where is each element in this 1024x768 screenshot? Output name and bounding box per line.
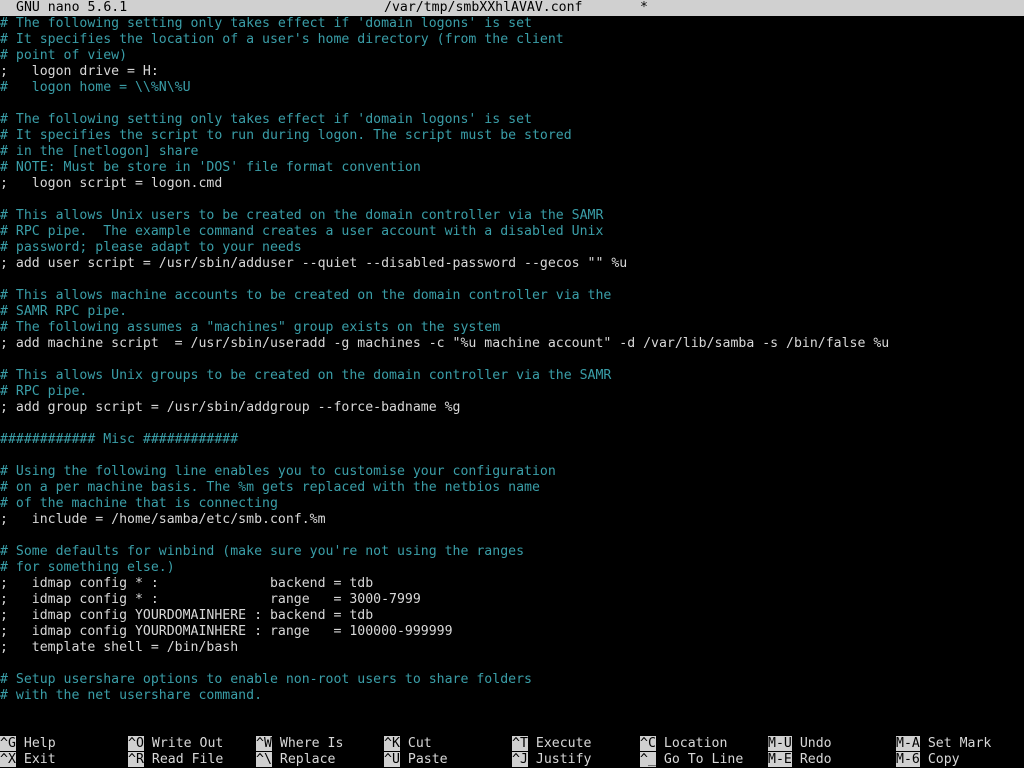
editor-line[interactable]: # point of view) (0, 48, 1024, 64)
title-bar: GNU nano 5.6.1 /var/tmp/smbXXhlAVAV.conf… (0, 0, 1024, 16)
editor-line[interactable]: # Some defaults for winbind (make sure y… (0, 544, 1024, 560)
shortcut-redo[interactable]: M-E Redo (768, 752, 832, 768)
shortcut-label: Undo (799, 736, 832, 751)
editor-line[interactable] (0, 96, 1024, 112)
editor-line[interactable]: # RPC pipe. (0, 384, 1024, 400)
shortcut-paste[interactable]: ^U Paste (384, 752, 448, 768)
editor-line[interactable]: # SAMR RPC pipe. (0, 304, 1024, 320)
editor-line[interactable] (0, 416, 1024, 432)
shortcut-key: ^X (0, 752, 16, 767)
editor-line[interactable] (0, 192, 1024, 208)
file-name: /var/tmp/smbXXhlAVAV.conf (384, 0, 583, 15)
editor-line[interactable] (0, 656, 1024, 672)
editor-line[interactable]: # It specifies the script to run during … (0, 128, 1024, 144)
editor-line[interactable]: ; idmap config YOURDOMAINHERE : range = … (0, 624, 1024, 640)
editor-line[interactable] (0, 448, 1024, 464)
editor-line[interactable] (0, 272, 1024, 288)
shortcut-key: ^J (512, 752, 528, 767)
editor-line[interactable]: # Using the following line enables you t… (0, 464, 1024, 480)
editor-line[interactable]: # with the net usershare command. (0, 688, 1024, 704)
shortcut-key: M-A (896, 736, 920, 751)
editor-line[interactable]: ; idmap config YOURDOMAINHERE : backend … (0, 608, 1024, 624)
editor-line[interactable]: # password; please adapt to your needs (0, 240, 1024, 256)
shortcut-label: Redo (799, 752, 832, 767)
shortcut-label: Set Mark (927, 736, 992, 751)
editor-line[interactable]: ; logon drive = H: (0, 64, 1024, 80)
editor-line[interactable]: # for something else.) (0, 560, 1024, 576)
shortcut-key: ^K (384, 736, 400, 751)
shortcut-key: ^\ (256, 752, 272, 767)
editor-line[interactable] (0, 352, 1024, 368)
shortcut-label: Copy (927, 752, 960, 767)
shortcut-key: ^R (128, 752, 144, 767)
shortcut-label: Justify (535, 752, 592, 767)
shortcut-key: ^_ (640, 752, 656, 767)
shortcut-key: M-E (768, 752, 792, 767)
editor-line[interactable]: # on a per machine basis. The %m gets re… (0, 480, 1024, 496)
shortcut-justify[interactable]: ^J Justify (512, 752, 591, 768)
shortcut-execute[interactable]: ^T Execute (512, 736, 591, 752)
shortcut-key: ^G (0, 736, 16, 751)
shortcut-label: Execute (535, 736, 592, 751)
modified-indicator: * (640, 0, 648, 15)
editor-line[interactable]: ; logon script = logon.cmd (0, 176, 1024, 192)
editor-line[interactable]: # This allows Unix groups to be created … (0, 368, 1024, 384)
editor-line[interactable]: # Setup usershare options to enable non-… (0, 672, 1024, 688)
editor-line[interactable]: # RPC pipe. The example command creates … (0, 224, 1024, 240)
shortcut-label: Read File (151, 752, 224, 767)
shortcut-key: ^C (640, 736, 656, 751)
shortcut-label: Write Out (151, 736, 224, 751)
editor-buffer[interactable]: # The following setting only takes effec… (0, 16, 1024, 720)
shortcut-copy[interactable]: M-6 Copy (896, 752, 960, 768)
editor-line[interactable]: # of the machine that is connecting (0, 496, 1024, 512)
shortcut-label: Paste (407, 752, 448, 767)
shortcut-key: ^T (512, 736, 528, 751)
shortcut-where-is[interactable]: ^W Where Is (256, 736, 343, 752)
editor-line[interactable]: # The following setting only takes effec… (0, 16, 1024, 32)
shortcut-go-to-line[interactable]: ^_ Go To Line (640, 752, 743, 768)
shortcut-label: Replace (279, 752, 336, 767)
editor-line[interactable]: ############ Misc ############ (0, 432, 1024, 448)
editor-line[interactable]: ; template shell = /bin/bash (0, 640, 1024, 656)
editor-line[interactable]: # The following setting only takes effec… (0, 112, 1024, 128)
shortcut-key: ^W (256, 736, 272, 751)
app-version: GNU nano 5.6.1 (16, 0, 128, 15)
shortcut-write-out[interactable]: ^O Write Out (128, 736, 223, 752)
editor-line[interactable]: # in the [netlogon] share (0, 144, 1024, 160)
editor-line[interactable]: # NOTE: Must be store in 'DOS' file form… (0, 160, 1024, 176)
shortcut-key: M-U (768, 736, 792, 751)
shortcut-label: Location (663, 736, 728, 751)
editor-line[interactable]: ; add machine script = /usr/sbin/useradd… (0, 336, 1024, 352)
shortcut-label: Cut (407, 736, 432, 751)
shortcut-key: ^U (384, 752, 400, 767)
editor-line[interactable]: # The following assumes a "machines" gro… (0, 320, 1024, 336)
editor-line[interactable]: # It specifies the location of a user's … (0, 32, 1024, 48)
editor-line[interactable]: ; include = /home/samba/etc/smb.conf.%m (0, 512, 1024, 528)
shortcut-undo[interactable]: M-U Undo (768, 736, 832, 752)
shortcut-bar: ^G Help ^O Write Out ^W Where Is ^K Cut ^T Execut… (0, 736, 1024, 768)
editor-line[interactable]: ; idmap config * : backend = tdb (0, 576, 1024, 592)
shortcut-exit[interactable]: ^X Exit (0, 752, 56, 768)
shortcut-key: M-6 (896, 752, 920, 767)
shortcut-cut[interactable]: ^K Cut (384, 736, 432, 752)
shortcut-replace[interactable]: ^\ Replace (256, 752, 335, 768)
shortcut-help[interactable]: ^G Help (0, 736, 56, 752)
editor-line[interactable]: # This allows machine accounts to be cre… (0, 288, 1024, 304)
shortcut-label: Help (23, 736, 56, 751)
editor-line[interactable]: # This allows Unix users to be created o… (0, 208, 1024, 224)
shortcut-label: Go To Line (663, 752, 744, 767)
editor-line[interactable]: ; idmap config * : range = 3000-7999 (0, 592, 1024, 608)
shortcut-label: Where Is (279, 736, 344, 751)
editor-line[interactable]: ; add group script = /usr/sbin/addgroup … (0, 400, 1024, 416)
shortcut-set-mark[interactable]: M-A Set Mark (896, 736, 991, 752)
editor-line[interactable]: # logon home = \\%N\%U (0, 80, 1024, 96)
shortcut-read-file[interactable]: ^R Read File (128, 752, 223, 768)
editor-line[interactable]: ; add user script = /usr/sbin/adduser --… (0, 256, 1024, 272)
shortcut-key: ^O (128, 736, 144, 751)
shortcut-location[interactable]: ^C Location (640, 736, 727, 752)
shortcut-label: Exit (23, 752, 56, 767)
editor-line[interactable] (0, 528, 1024, 544)
